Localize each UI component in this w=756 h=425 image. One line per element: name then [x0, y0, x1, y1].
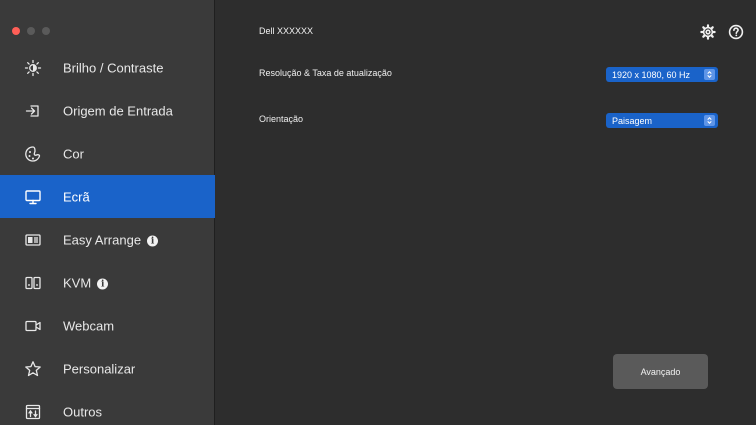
- resolution-value: 1920 x 1080, 60 Hz: [612, 69, 691, 80]
- sidebar-item-label: Personalizar: [63, 361, 136, 376]
- window-controls: [12, 27, 50, 35]
- sidebar-item-display[interactable]: Ecrã: [0, 175, 215, 218]
- brightness-icon: [24, 59, 42, 77]
- main-panel: Dell XXXXXX Resolução & Taxa de atualiza…: [215, 0, 756, 425]
- sidebar-item-label: Origem de Entrada: [63, 103, 173, 118]
- input-source-icon: [24, 102, 42, 120]
- sidebar-item-color[interactable]: Cor: [0, 132, 215, 175]
- sidebar-item-kvm[interactable]: KVM i: [0, 261, 215, 304]
- display-icon: [24, 188, 42, 206]
- orientation-value: Paisagem: [612, 115, 653, 126]
- resolution-label: Resolução & Taxa de atualização: [259, 68, 392, 78]
- sidebar-item-label: Cor: [63, 146, 84, 161]
- color-icon: [24, 145, 42, 163]
- gear-icon[interactable]: [700, 24, 716, 40]
- sidebar-item-label: Brilho / Contraste: [63, 60, 164, 75]
- sidebar-item-label: KVM i: [63, 275, 109, 290]
- close-window-button[interactable]: [12, 27, 20, 35]
- info-icon[interactable]: i: [147, 235, 159, 247]
- sidebar-item-label: Ecrã: [63, 189, 90, 204]
- webcam-icon: [24, 317, 42, 335]
- chevron-up-down-icon: [704, 69, 715, 80]
- sidebar-item-others[interactable]: Outros: [0, 390, 215, 425]
- easy-arrange-label: Easy Arrange: [63, 232, 142, 247]
- sidebar-item-brightness-contrast[interactable]: Brilho / Contraste: [0, 46, 215, 89]
- header-actions: [700, 24, 744, 40]
- advanced-button[interactable]: Avançado: [613, 354, 708, 389]
- resolution-select[interactable]: 1920 x 1080, 60 Hz: [606, 67, 718, 82]
- sidebar-item-label: Outros: [63, 404, 103, 419]
- kvm-label: KVM: [63, 275, 92, 290]
- question-mark-icon[interactable]: [728, 24, 744, 40]
- sidebar-item-label: Easy Arrange i: [63, 232, 159, 247]
- others-icon: [24, 403, 42, 421]
- orientation-label: Orientação: [259, 114, 304, 124]
- info-icon[interactable]: i: [97, 278, 109, 290]
- orientation-select[interactable]: Paisagem: [606, 113, 718, 128]
- monitor-title: Dell XXXXXX: [259, 26, 314, 36]
- kvm-icon: [24, 274, 42, 292]
- sidebar-item-webcam[interactable]: Webcam: [0, 304, 215, 347]
- sidebar-item-label: Webcam: [63, 318, 115, 333]
- sidebar-nav: Brilho / Contraste Origem de Entrada Cor…: [0, 46, 215, 425]
- sidebar-item-easy-arrange[interactable]: Easy Arrange i: [0, 218, 215, 261]
- star-icon: [24, 360, 42, 378]
- sidebar: Brilho / Contraste Origem de Entrada Cor…: [0, 0, 215, 425]
- minimize-window-button[interactable]: [27, 27, 35, 35]
- sidebar-item-input-source[interactable]: Origem de Entrada: [0, 89, 215, 132]
- chevron-up-down-icon: [704, 115, 715, 126]
- zoom-window-button[interactable]: [42, 27, 50, 35]
- easy-arrange-icon: [24, 231, 42, 249]
- app-window: Brilho / Contraste Origem de Entrada Cor…: [0, 0, 756, 425]
- sidebar-item-personalize[interactable]: Personalizar: [0, 347, 215, 390]
